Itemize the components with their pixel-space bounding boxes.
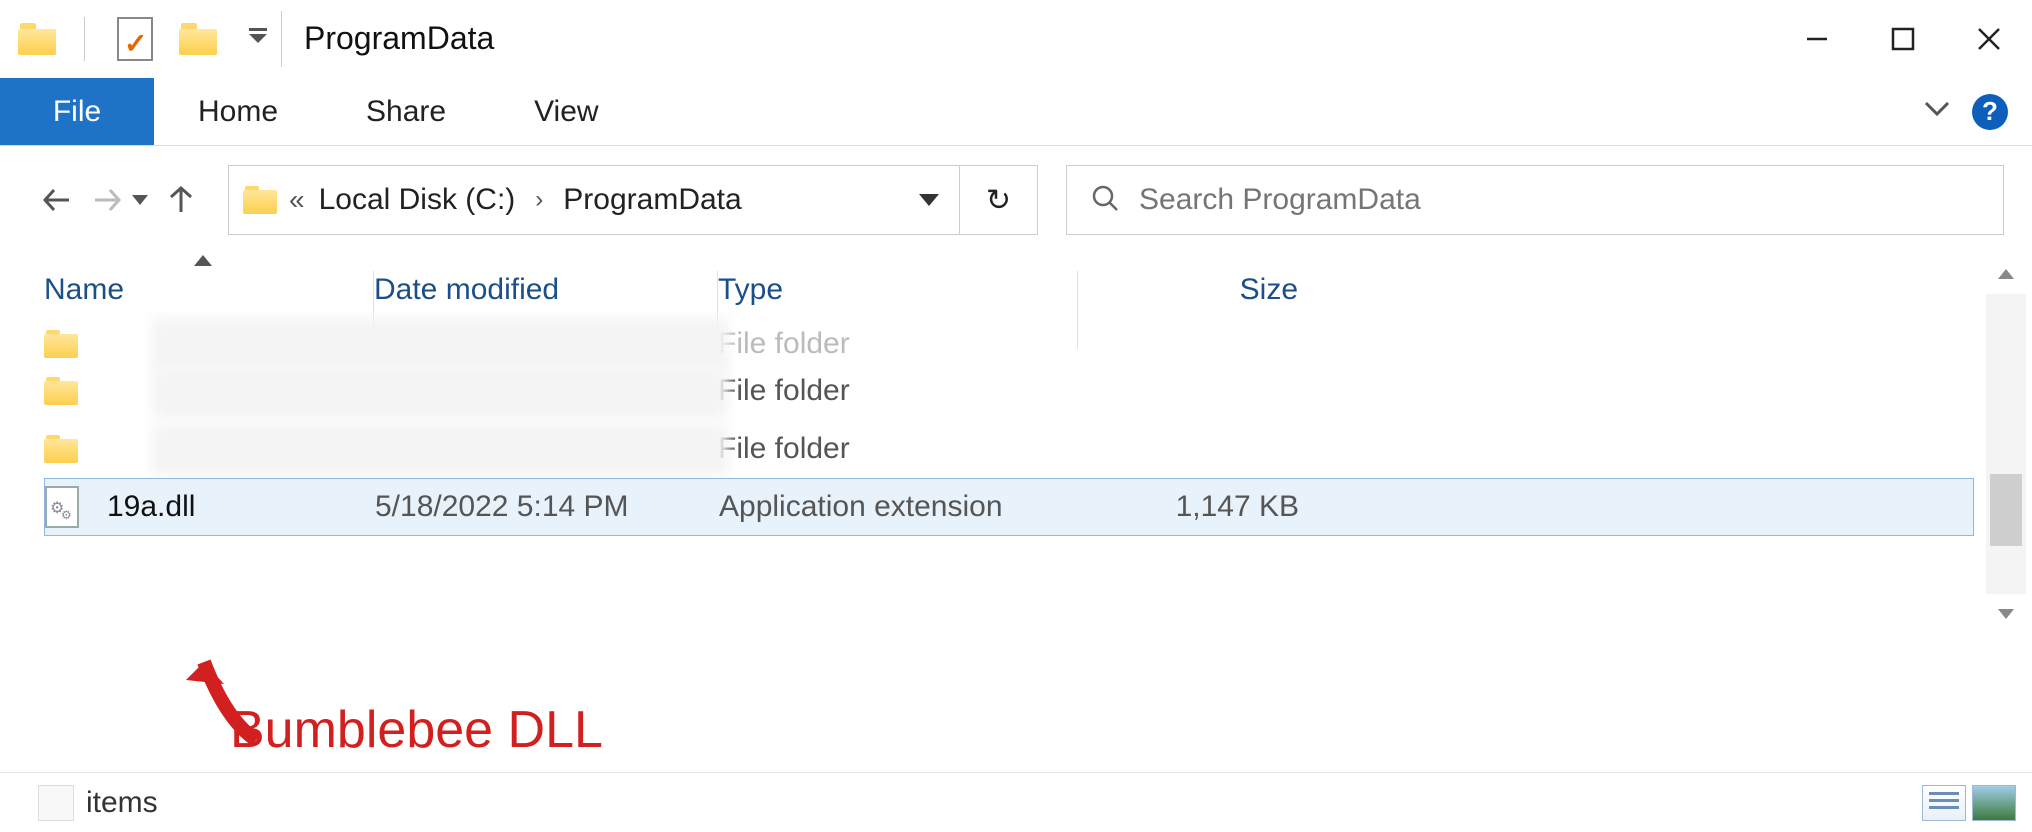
cell-name: 19a.dll [107,490,375,524]
breadcrumb-overflow[interactable]: « [289,184,307,216]
maximize-button[interactable] [1860,0,1946,78]
column-size[interactable]: Size [1078,273,1298,307]
column-label: Name [44,273,124,306]
minimize-button[interactable] [1774,0,1860,78]
navigation-bar: « Local Disk (C:) › ProgramData ↻ [0,146,2032,254]
cell-size: 1,147 KB [1079,490,1299,524]
search-icon [1091,184,1119,217]
window-controls [1774,0,2032,77]
file-list: File folder File folder File folder 19a.… [44,326,1974,536]
cell-type: Application extension [719,490,1079,524]
close-button[interactable] [1946,0,2032,78]
folder-icon [44,377,78,405]
tab-home[interactable]: Home [154,78,322,145]
folder-icon [44,330,78,358]
search-box[interactable] [1066,165,2004,235]
details-view-button[interactable] [1922,785,1966,821]
properties-icon[interactable]: ✓ [117,17,153,61]
annotation: Bumblebee DLL [230,700,603,760]
view-mode-buttons [1922,785,2016,821]
folder-icon [243,186,277,214]
chevron-right-icon[interactable]: › [527,186,551,214]
scrollbar-track[interactable] [1986,294,2026,594]
forward-button[interactable] [82,175,132,225]
column-headers: Name Date modified Type Size [0,254,2032,326]
ribbon-tabs: File Home Share View ? [0,78,2032,146]
history-dropdown-icon[interactable] [132,195,148,205]
cell-date: 5/18/2022 5:14 PM [375,490,719,524]
scroll-up-icon[interactable] [1986,254,2026,294]
address-dropdown-icon[interactable] [919,194,939,206]
collapse-ribbon-icon[interactable] [1922,99,1952,124]
cell-type: File folder [718,374,1078,408]
separator [84,17,85,61]
folder-icon[interactable] [18,23,56,55]
new-folder-icon[interactable] [179,23,217,55]
cell-type: File folder [718,432,1078,466]
status-icon [38,785,74,821]
cell-type: File folder [718,327,1078,361]
file-tab[interactable]: File [0,78,154,145]
qat-dropdown-icon[interactable] [249,34,267,43]
help-icon[interactable]: ? [1972,94,2008,130]
dll-file-icon [45,486,79,528]
scrollbar-thumb[interactable] [1990,474,2022,546]
scroll-down-icon[interactable] [1986,594,2026,634]
search-input[interactable] [1139,183,1979,217]
column-date[interactable]: Date modified [374,273,718,307]
column-name[interactable]: Name [44,273,374,307]
quick-access-toolbar: ✓ [18,17,267,61]
tab-view[interactable]: View [490,78,642,145]
column-type[interactable]: Type [718,273,1078,307]
thumbnails-view-button[interactable] [1972,785,2016,821]
vertical-scrollbar[interactable] [1986,254,2026,634]
separator [281,11,282,67]
status-bar: items [0,772,2032,832]
list-item[interactable]: File folder [44,326,1974,362]
tab-share[interactable]: Share [322,78,490,145]
address-bar[interactable]: « Local Disk (C:) › ProgramData [228,165,960,235]
back-button[interactable] [32,175,82,225]
refresh-button[interactable]: ↻ [960,165,1038,235]
list-item[interactable]: 19a.dll 5/18/2022 5:14 PM Application ex… [44,478,1974,536]
status-text: items [86,786,158,820]
window-title: ProgramData [304,20,494,57]
breadcrumb[interactable]: Local Disk (C:) [319,183,516,217]
folder-icon [44,435,78,463]
annotation-text: Bumblebee DLL [230,700,603,760]
title-bar: ✓ ProgramData [0,0,2032,78]
list-item[interactable]: File folder [44,420,1974,478]
breadcrumb[interactable]: ProgramData [563,183,741,217]
sort-ascending-icon [194,255,212,266]
up-button[interactable] [156,175,206,225]
list-item[interactable]: File folder [44,362,1974,420]
